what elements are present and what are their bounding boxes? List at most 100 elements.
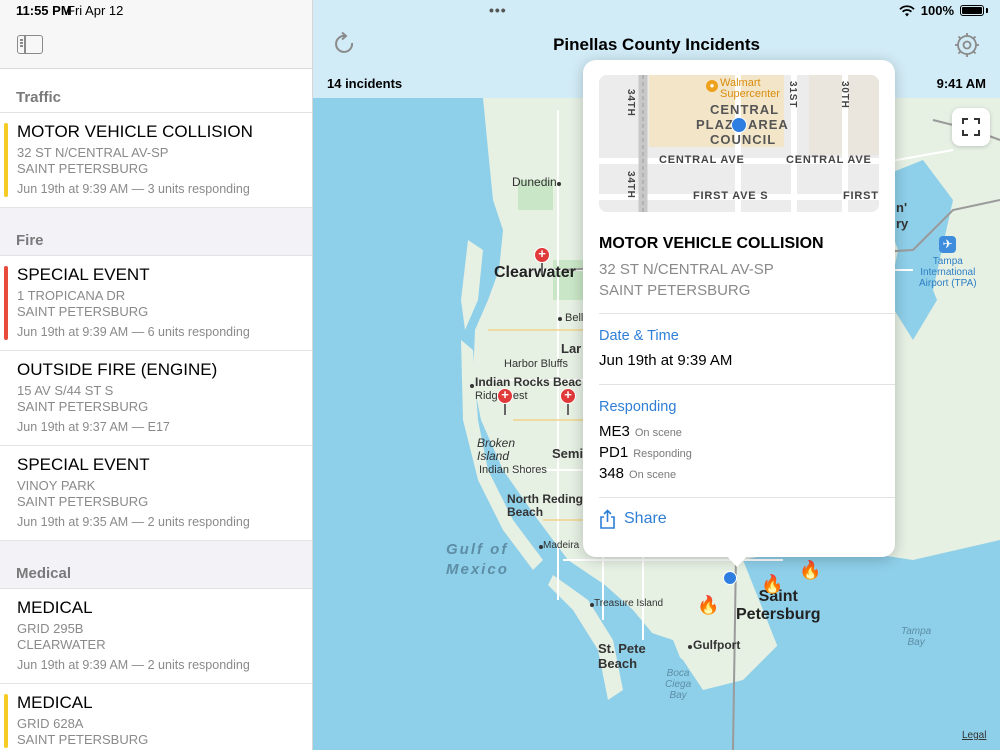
map-label-st-pete-beach: St. Pete Beach [598, 641, 646, 671]
fullscreen-button[interactable] [952, 108, 990, 146]
map-label-treasure-island: Treasure Island [594, 598, 664, 609]
wifi-icon [899, 4, 915, 16]
incident-group: MEDICAL GRID 295B CLEARWATER Jun 19th at 9:… [0, 589, 312, 750]
incident-sidebar: Traffic MOTOR VEHICLE COLLISION 32 ST N/CE… [0, 0, 313, 750]
incident-row[interactable]: SPECIAL EVENT VINOY PARK SAINT PETERSBURG J… [0, 446, 312, 541]
map-label-indian-shores: Indian Shores [479, 464, 547, 476]
share-label: Share [624, 510, 667, 527]
divider [599, 313, 895, 314]
map-label-madeira: Madeira [543, 540, 580, 551]
incident-city: SAINT PETERSBURG [17, 399, 149, 414]
legal-link[interactable]: Legal [962, 730, 986, 741]
unit-status: On scene [629, 469, 677, 481]
incident-city: SAINT PETERSBURG [17, 304, 149, 319]
map-label-seminole: Semi [552, 446, 584, 461]
incident-group: SPECIAL EVENT 1 TROPICANA DR SAINT PETERSB… [0, 256, 312, 541]
incident-city: SAINT PETERSBURG [17, 494, 149, 509]
incident-address: VINOY PARK [17, 478, 96, 493]
incident-address: 32 ST N/CENTRAL AV-SP [17, 145, 169, 160]
status-time: 11:55 PM [16, 3, 72, 18]
battery-icon [960, 5, 984, 16]
map-label-boca-ciega-bay: Boca Ciega Bay [665, 668, 692, 701]
map-label-north-redington: North Reding Beach [507, 492, 583, 519]
fire-incident-pin[interactable]: 🔥 [799, 560, 821, 581]
council-label: CENTRAL [710, 102, 780, 117]
settings-icon[interactable] [954, 32, 980, 58]
street-label: 30TH [839, 81, 850, 109]
street-label: 34TH [625, 171, 636, 199]
date-time-label: Date & Time [599, 328, 679, 344]
page-title: Pinellas County Incidents [553, 35, 760, 54]
traffic-incident-pin[interactable] [723, 571, 737, 585]
incident-detail-popover: ● Walmart Supercenter CENTRAL PLAZA AREA… [583, 60, 895, 557]
map-label-partial-n: n' [896, 200, 908, 215]
fire-incident-pin[interactable]: 🔥 [761, 574, 783, 595]
unit-id: PD1 [599, 444, 629, 461]
unit-row: 348 On scene [599, 465, 676, 482]
incident-title: MOTOR VEHICLE COLLISION [17, 122, 253, 141]
map-label-harbor-bluffs: Harbor Bluffs [504, 358, 568, 370]
incident-meta: Jun 19th at 9:35 AM — 2 units responding [17, 515, 250, 529]
fire-incident-pin[interactable]: 🔥 [697, 595, 719, 616]
incident-city: SAINT PETERSBURG [599, 282, 751, 299]
unit-row: PD1 Responding [599, 444, 692, 461]
street-label: CENTRAL AVE [786, 154, 872, 166]
medical-incident-pin[interactable]: + [534, 247, 550, 263]
incident-row[interactable]: MOTOR VEHICLE COLLISION 32 ST N/CENTRAL A… [0, 113, 312, 208]
map-label-broken-island: Broken Island [477, 436, 516, 463]
date-time-value: Jun 19th at 9:39 AM [599, 352, 733, 369]
updated-time: 9:41 AM [936, 76, 986, 91]
unit-status: On scene [634, 427, 682, 439]
multitasking-dots-icon[interactable]: ••• [489, 2, 507, 18]
incident-row[interactable]: MEDICAL GRID 628A SAINT PETERSBURG [0, 684, 312, 750]
map-label-partial-ry: ry [896, 216, 909, 231]
incident-mini-map[interactable]: ● Walmart Supercenter CENTRAL PLAZA AREA… [599, 75, 879, 212]
street-label: FIRST [843, 190, 879, 202]
incident-title: SPECIAL EVENT [17, 455, 150, 474]
incident-address: 15 AV S/44 ST S [17, 383, 114, 398]
map-label-tampa-airport: Tampa International Airport (TPA) [919, 256, 977, 289]
map-label-clearwater: Clearwater [494, 264, 576, 281]
severity-indicator [4, 123, 8, 197]
unit-id: ME3 [599, 423, 630, 440]
divider [599, 384, 895, 385]
incident-address: GRID 295B [17, 621, 84, 636]
unit-row: ME3 On scene [599, 423, 682, 440]
incident-city: SAINT PETERSBURG [17, 161, 149, 176]
severity-indicator [4, 266, 8, 340]
share-button[interactable]: Share [599, 509, 667, 529]
incident-city: SAINT PETERSBURG [17, 732, 149, 747]
popover-arrow [725, 554, 749, 567]
incident-title: SPECIAL EVENT [17, 265, 150, 284]
medical-incident-pin[interactable]: + [560, 388, 576, 404]
street-label: 34TH [625, 89, 636, 117]
sidebar-toggle-icon[interactable] [17, 35, 43, 54]
incident-row[interactable]: OUTSIDE FIRE (ENGINE) 15 AV S/44 ST S SAIN… [0, 351, 312, 446]
incident-city: CLEARWATER [17, 637, 106, 652]
street-label: CENTRAL AVE [659, 154, 745, 166]
section-header: Fire [0, 208, 312, 256]
incident-meta: Jun 19th at 9:39 AM — 6 units responding [17, 325, 250, 339]
incident-row[interactable]: MEDICAL GRID 295B CLEARWATER Jun 19th at 9:… [0, 589, 312, 684]
section-header: Medical [0, 541, 312, 589]
map-label-gulf-of-mexico: Gulf of Mexico [446, 541, 509, 578]
store-icon: ● [706, 80, 718, 92]
incident-row[interactable]: SPECIAL EVENT 1 TROPICANA DR SAINT PETERSB… [0, 256, 312, 351]
incident-meta: Jun 19th at 9:37 AM — E17 [17, 420, 170, 434]
map-label-tampa-bay: Tampa Bay [901, 626, 932, 648]
incident-address: 1 TROPICANA DR [17, 288, 126, 303]
incident-title: OUTSIDE FIRE (ENGINE) [17, 360, 218, 379]
expand-icon [962, 118, 980, 136]
severity-indicator [4, 694, 8, 748]
unit-status: Responding [633, 448, 692, 460]
status-date: Fri Apr 12 [67, 3, 124, 18]
incident-list: Traffic MOTOR VEHICLE COLLISION 32 ST N/CE… [0, 69, 312, 750]
medical-incident-pin[interactable]: + [497, 388, 513, 404]
airport-icon: ✈ [939, 236, 956, 253]
incident-title: MEDICAL [17, 598, 93, 617]
divider [599, 497, 895, 498]
incident-meta: Jun 19th at 9:39 AM — 3 units responding [17, 182, 250, 196]
street-label: FIRST AVE S [693, 190, 769, 202]
incident-location-pin [731, 117, 747, 133]
responding-label: Responding [599, 399, 677, 415]
